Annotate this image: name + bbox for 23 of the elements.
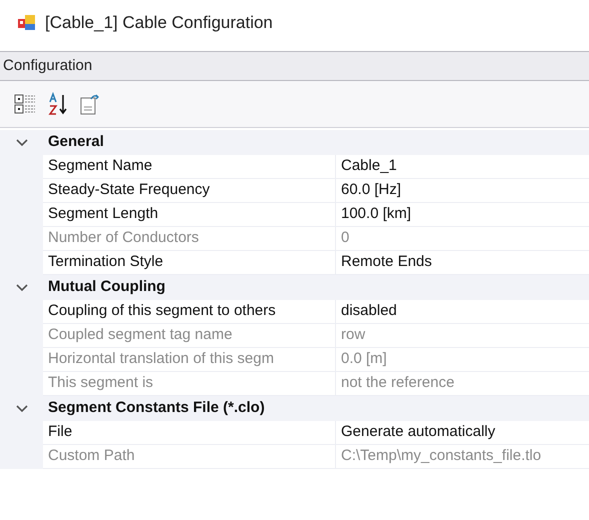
property-name[interactable]: Coupling of this segment to others xyxy=(43,300,336,324)
category-label[interactable]: Segment Constants File (*.clo) xyxy=(43,397,265,420)
window-title: [Cable_1] Cable Configuration xyxy=(45,12,273,34)
collapse-chevron-icon[interactable] xyxy=(16,138,28,146)
property-value[interactable]: 60.0 [Hz] xyxy=(336,179,589,203)
app-icon xyxy=(18,14,36,30)
property-value[interactable]: Generate automatically xyxy=(336,421,589,445)
property-value[interactable]: Cable_1 xyxy=(336,155,589,179)
property-value[interactable]: 100.0 [km] xyxy=(336,203,589,227)
category-label[interactable]: Mutual Coupling xyxy=(43,276,166,299)
property-value[interactable]: disabled xyxy=(336,300,589,324)
collapse-chevron-icon[interactable] xyxy=(16,404,28,412)
property-value[interactable]: Remote Ends xyxy=(336,251,589,275)
categorized-view-icon[interactable] xyxy=(14,93,38,115)
collapse-chevron-icon[interactable] xyxy=(16,284,28,292)
property-name[interactable]: Segment Name xyxy=(43,155,336,179)
property-pages-icon[interactable] xyxy=(80,93,100,115)
property-name[interactable]: File xyxy=(43,421,336,445)
property-name[interactable]: Steady-State Frequency xyxy=(43,179,336,203)
category-label[interactable]: General xyxy=(43,131,104,154)
property-name[interactable]: Segment Length xyxy=(43,203,336,227)
property-name[interactable]: Termination Style xyxy=(43,251,336,275)
panel-header: Configuration xyxy=(3,56,92,76)
